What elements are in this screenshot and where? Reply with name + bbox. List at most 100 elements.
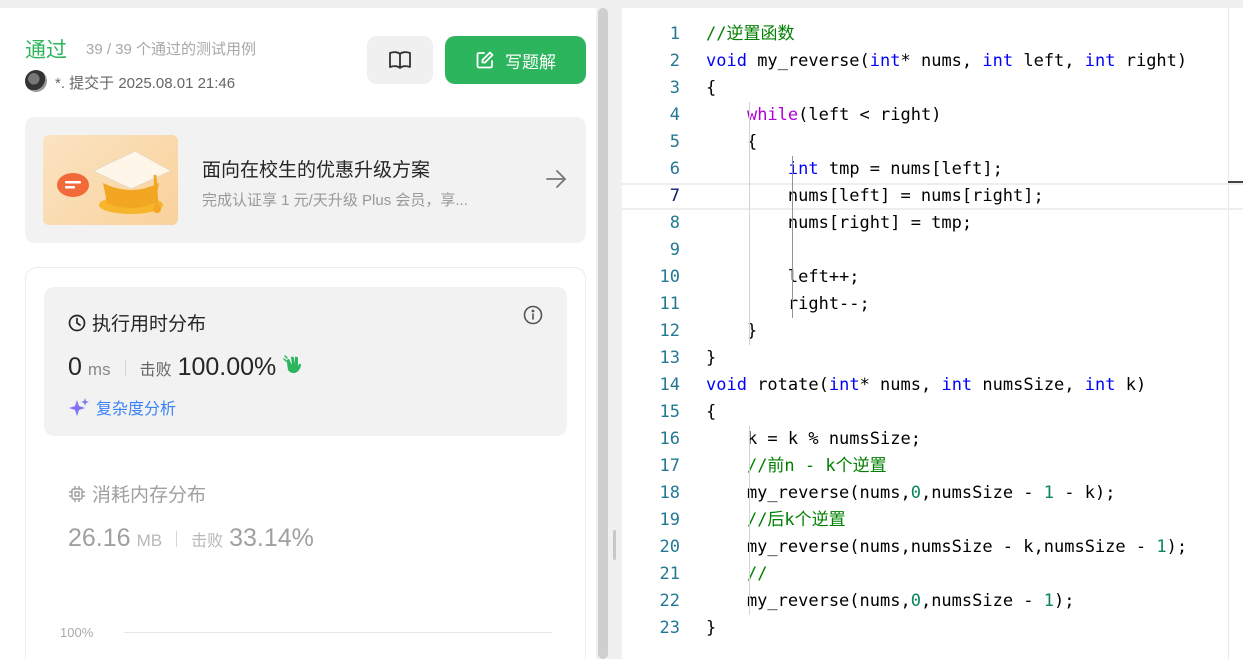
code-line[interactable]: 21 // (622, 561, 1243, 588)
line-number: 4 (669, 105, 680, 125)
code-line[interactable]: 4 while(left < right) (622, 102, 1243, 129)
book-icon (389, 51, 411, 69)
line-number: 18 (659, 483, 680, 503)
edit-icon (476, 51, 494, 69)
memory-unit: MB (136, 531, 163, 550)
code-text: void rotate(int* nums, int numsSize, int… (706, 375, 1147, 395)
line-number: 19 (659, 510, 680, 530)
app-root: 通过 39 / 39 个通过的测试用例 *. 提交于 2025.08.01 21… (0, 0, 1243, 659)
panel-resize-handle[interactable] (608, 0, 622, 659)
runtime-unit: ms (87, 360, 111, 379)
code-text: } (706, 618, 717, 638)
info-icon[interactable] (523, 305, 543, 325)
submit-info: *. 提交于 2025.08.01 21:46 (55, 75, 236, 92)
runtime-value: 0 ms 击败 100.00% (68, 353, 304, 382)
code-text: // (746, 564, 768, 584)
line-number: 2 (669, 51, 680, 71)
runtime-beat-value: 100.00% (177, 353, 277, 381)
code-line[interactable]: 5 { (622, 129, 1243, 156)
code-line[interactable]: 2 void my_reverse(int* nums, int left, in… (622, 48, 1243, 75)
line-number: 9 (669, 240, 680, 260)
code-text: { (706, 402, 717, 422)
code-line[interactable]: 23} (622, 615, 1243, 642)
code-line[interactable]: 3{ (622, 75, 1243, 102)
line-number: 16 (659, 429, 680, 449)
line-number: 1 (669, 24, 680, 44)
runtime-section[interactable]: 执行用时分布 0 ms 击败 100.00% 复杂度分析 (44, 287, 567, 436)
clock-icon (68, 314, 86, 331)
code-text: void my_reverse(int* nums, int left, int… (706, 51, 1188, 71)
code-line[interactable]: 6 int tmp = nums[left]; (622, 156, 1243, 183)
code-text: while(left < right) (746, 105, 942, 125)
code-line[interactable]: 19 //后k个逆置 (622, 507, 1243, 534)
indent-guide (792, 156, 793, 318)
graduation-cap-image (43, 135, 178, 225)
left-scrollbar[interactable] (598, 8, 608, 659)
code-text: my_reverse(nums,numsSize - k,numsSize - … (706, 537, 1188, 557)
memory-beat-value: 33.14% (229, 524, 314, 552)
arrow-right-icon[interactable] (545, 169, 567, 189)
status-title: 通过 (25, 39, 67, 62)
promo-title: 面向在校生的优惠升级方案 (202, 160, 431, 181)
indent-guide (749, 426, 750, 615)
code-line[interactable]: 8 nums[right] = tmp; (622, 210, 1243, 237)
code-editor[interactable]: 1 //逆置函数 2 void my_reverse(int* nums, int l… (622, 8, 1243, 659)
line-number: 5 (669, 132, 680, 152)
chart-axis-label: 100% (60, 625, 94, 640)
resize-grip[interactable] (613, 530, 616, 560)
code-line[interactable]: 10 left++; (622, 264, 1243, 291)
line-number: 3 (669, 78, 680, 98)
code-line[interactable]: 1 //逆置函数 (622, 21, 1243, 48)
code-line[interactable]: 16 k = k % numsSize; (622, 426, 1243, 453)
line-number: 20 (659, 537, 680, 557)
notes-button[interactable] (367, 36, 433, 84)
code-text: nums[right] = tmp; (706, 213, 973, 233)
complexity-link[interactable]: 复杂度分析 (68, 395, 176, 419)
clap-icon (283, 355, 302, 374)
chip-icon (69, 485, 85, 502)
tests-passed: 39 / 39 个通过的测试用例 (86, 41, 257, 58)
divider (124, 359, 126, 376)
line-number: 6 (669, 159, 680, 179)
avatar[interactable] (25, 70, 47, 92)
code-text: { (706, 78, 717, 98)
submission-panel: 通过 39 / 39 个通过的测试用例 *. 提交于 2025.08.01 21… (0, 0, 596, 659)
code-line[interactable]: 20 my_reverse(nums,numsSize - k,numsSize… (622, 534, 1243, 561)
code-text: //后k个逆置 (746, 510, 846, 530)
code-line[interactable]: 17 //前n - k个逆置 (622, 453, 1243, 480)
promo-card[interactable]: 面向在校生的优惠升级方案 完成认证享 1 元/天升级 Plus 会员，享... (25, 117, 586, 243)
code-line[interactable]: 15 { (622, 399, 1243, 426)
line-number: 17 (659, 456, 680, 476)
line-number: 8 (669, 213, 680, 233)
memory-value: 26.16 MB 击败 33.14% (68, 524, 314, 553)
line-number: 22 (659, 591, 680, 611)
memory-title-text: 消耗内存分布 (92, 485, 207, 506)
memory-title[interactable]: 消耗内存分布 (68, 480, 206, 507)
memory-number: 26.16 (68, 524, 131, 552)
divider (176, 530, 178, 547)
code-text: right--; (706, 294, 870, 314)
write-solution-button[interactable]: 写题解 (445, 36, 586, 84)
code-line[interactable]: 12 } (622, 318, 1243, 345)
line-number: 10 (659, 267, 680, 287)
complexity-link-text: 复杂度分析 (96, 401, 177, 418)
code-line[interactable]: 13} (622, 345, 1243, 372)
memory-beat-label: 击败 (191, 533, 224, 550)
code-text: my_reverse(nums,0,numsSize - 1); (706, 591, 1075, 611)
code-text: left++; (706, 267, 860, 287)
code-line[interactable]: 11 right--; (622, 291, 1243, 318)
code-text: //逆置函数 (706, 24, 795, 44)
code-line[interactable]: 18 my_reverse(nums,0,numsSize - 1 - k); (622, 480, 1243, 507)
runtime-title: 执行用时分布 (68, 309, 206, 336)
line-number: 23 (659, 618, 680, 638)
code-text: nums[left] = nums[right]; (706, 186, 1044, 206)
code-line[interactable]: 14 void rotate(int* nums, int numsSize, i… (622, 372, 1243, 399)
line-number: 21 (659, 564, 680, 584)
line-number: 11 (659, 294, 680, 314)
code-line[interactable]: 22 my_reverse(nums,0,numsSize - 1); (622, 588, 1243, 615)
code-text: int tmp = nums[left]; (787, 159, 1003, 179)
code-line[interactable]: 9 (622, 237, 1243, 264)
line-number: 13 (659, 348, 680, 368)
stats-card: 执行用时分布 0 ms 击败 100.00% 复杂度分析 消耗内存分布 26.1… (25, 267, 586, 659)
code-line[interactable]: 7 nums[left] = nums[right]; (622, 183, 1243, 210)
